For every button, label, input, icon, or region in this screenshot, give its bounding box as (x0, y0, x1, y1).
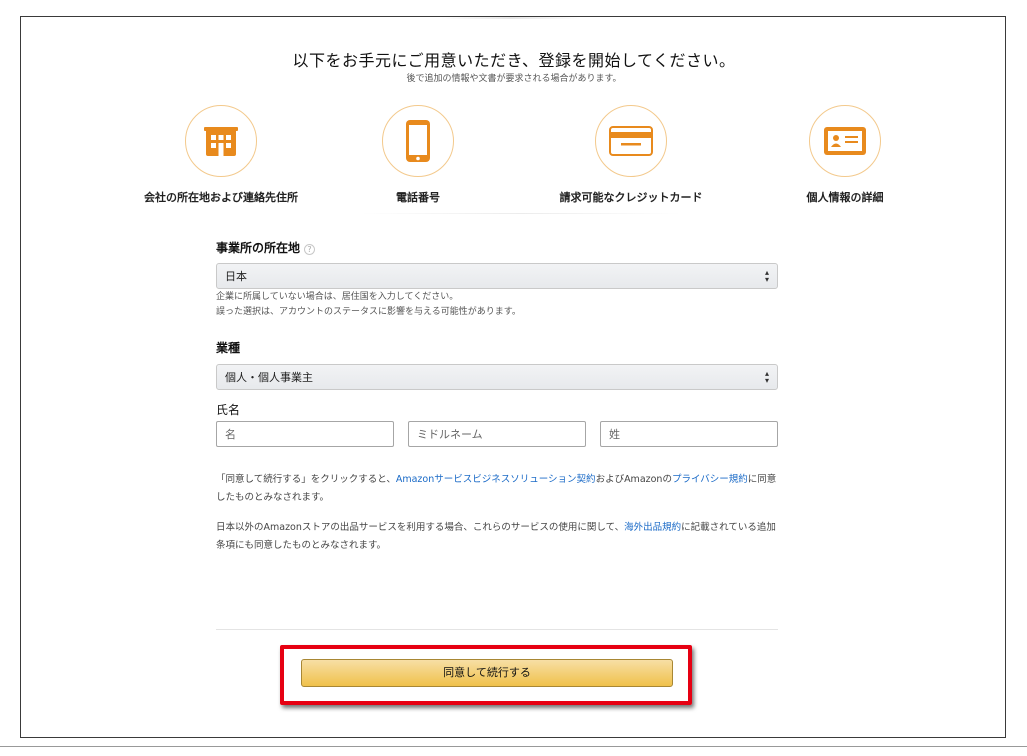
registration-panel: 以下をお手元にご用意いただき、登録を開始してください。 後で追加の情報や文書が要… (20, 16, 1006, 738)
select-arrows-icon: ▴ ▾ (764, 369, 769, 385)
agree-continue-button[interactable]: 同意して続行する (301, 659, 673, 687)
step-phone: 電話番号 (308, 105, 528, 205)
top-divider (441, 17, 581, 19)
international-terms-link[interactable]: 海外出品規約 (624, 522, 681, 533)
help-icon[interactable]: ? (304, 244, 316, 255)
select-arrows-icon: ▴ ▾ (764, 268, 769, 284)
legal-text: 日本以外のAmazonストアの出品サービスを利用する場合、これらのサービスの使用… (216, 522, 625, 533)
legal-agreement-text: 「同意して続行する」をクリックすると、Amazonサービスビジネスソリューション… (216, 471, 778, 507)
business-type-select-value: 個人・個人事業主 (225, 371, 313, 384)
location-label: 事業所の所在地? (216, 239, 778, 256)
step-circle (809, 105, 881, 177)
location-select[interactable]: 日本 ▴ ▾ (216, 263, 778, 289)
step-circle (595, 105, 667, 177)
business-type-select-wrap: 個人・個人事業主 ▴ ▾ (216, 364, 778, 390)
page-bottom-border (0, 746, 1027, 747)
location-hint: 企業に所属していない場合は、居住国を入力してください。 (216, 292, 459, 302)
step-label: 個人情報の詳細 (806, 191, 884, 204)
credit-card-icon (609, 126, 653, 156)
step-address: 会社の所在地および連絡先住所 (111, 105, 331, 205)
phone-icon (406, 120, 430, 162)
step-circle (185, 105, 257, 177)
first-name-input[interactable] (216, 421, 394, 447)
location-select-value: 日本 (225, 270, 247, 283)
page-subtitle: 後で追加の情報や文書が要求される場合があります。 (406, 74, 622, 84)
privacy-policy-link[interactable]: プライバシー規約 (672, 474, 748, 485)
location-select-wrap: 日本 ▴ ▾ (216, 263, 778, 289)
step-label: 電話番号 (396, 191, 440, 204)
id-card-icon (824, 127, 866, 155)
legal-text: およびAmazonの (595, 474, 672, 485)
name-section: 氏名 (216, 401, 778, 418)
name-fields (216, 421, 778, 447)
page-title: 以下をお手元にご用意いただき、登録を開始してください。 (292, 51, 736, 70)
legal-international-text: 日本以外のAmazonストアの出品サービスを利用する場合、これらのサービスの使用… (216, 519, 778, 555)
business-type-select[interactable]: 個人・個人事業主 ▴ ▾ (216, 364, 778, 390)
business-type-section: 業種 (216, 339, 778, 356)
legal-text: 「同意して続行する」をクリックすると、 (216, 474, 396, 485)
location-warning: 誤った選択は、アカウントのステータスに影響を与える可能性があります。 (216, 307, 521, 317)
location-label-text: 事業所の所在地 (216, 241, 301, 255)
building-icon (204, 127, 238, 156)
step-circle (382, 105, 454, 177)
business-type-label: 業種 (216, 341, 241, 355)
name-label: 氏名 (216, 403, 241, 417)
location-section: 事業所の所在地? (216, 239, 778, 256)
location-hints: 企業に所属していない場合は、居住国を入力してください。 誤った選択は、アカウント… (216, 290, 778, 320)
step-label: 会社の所在地および連絡先住所 (144, 191, 298, 204)
form-divider (216, 629, 778, 630)
step-credit-card: 請求可能なクレジットカード (521, 105, 741, 205)
middle-name-input[interactable] (408, 421, 586, 447)
step-label: 請求可能なクレジットカード (559, 191, 703, 204)
services-agreement-link[interactable]: Amazonサービスビジネスソリューション契約 (396, 474, 596, 485)
last-name-input[interactable] (600, 421, 778, 447)
step-personal-info: 個人情報の詳細 (735, 105, 955, 205)
steps-divider (361, 213, 681, 214)
